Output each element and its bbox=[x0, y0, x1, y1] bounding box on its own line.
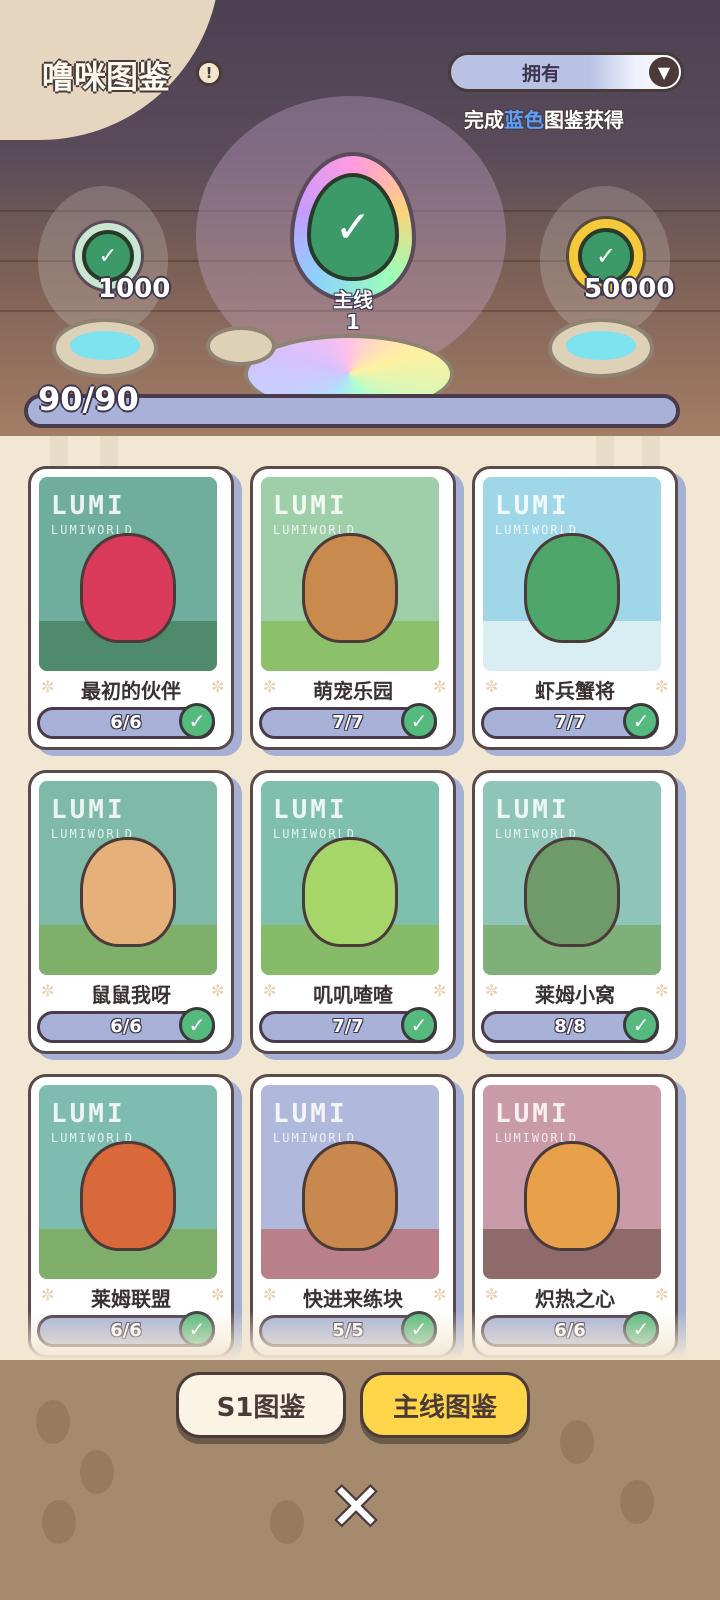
album-card-art: LUMI LUMIWORLD bbox=[39, 781, 217, 975]
check-icon: ✓ bbox=[307, 173, 399, 281]
left-pedestal bbox=[52, 318, 158, 378]
album-card-name: 鼠鼠我呀 bbox=[91, 983, 171, 1007]
right-reward-value: 50000 bbox=[584, 274, 675, 304]
album-card-name: 虾兵蟹将 bbox=[535, 679, 615, 703]
reward-hint: 完成蓝色图鉴获得 bbox=[464, 108, 624, 132]
album-card-art: LUMI LUMIWORLD bbox=[483, 781, 661, 975]
page-title: 噜咪图鉴 bbox=[42, 58, 171, 96]
album-grid[interactable]: LUMI LUMIWORLD ✼ ✼ 最初的伙伴 6/6 ✓ LUMI LUMIWORLD ✼ ✼ 萌… bbox=[0, 436, 720, 1360]
right-pedestal bbox=[548, 318, 654, 378]
card-logo: LUMI bbox=[495, 795, 570, 825]
filter-selected-value: 拥有 bbox=[521, 63, 560, 85]
album-card-name: 莱姆小窝 bbox=[535, 983, 615, 1007]
album-card-name: 叽叽喳喳 bbox=[313, 983, 393, 1007]
progress-text: 90/90 bbox=[38, 380, 139, 418]
tab-s1-album[interactable]: S1图鉴 bbox=[176, 1372, 346, 1438]
album-card-art: LUMI LUMIWORLD bbox=[483, 477, 661, 671]
card-logo: LUMI bbox=[273, 1099, 348, 1129]
tab-main-album[interactable]: 主线图鉴 bbox=[360, 1372, 530, 1438]
album-card-name: 炽热之心 bbox=[535, 1287, 615, 1311]
close-icon[interactable]: ✕ bbox=[326, 1476, 386, 1540]
check-icon: ✓ bbox=[179, 703, 215, 739]
creature-illustration bbox=[80, 533, 176, 643]
card-logo: LUMI bbox=[51, 795, 126, 825]
album-card-art: LUMI LUMIWORLD bbox=[261, 781, 439, 975]
album-card[interactable]: LUMI LUMIWORLD ✼ ✼ 叽叽喳喳 7/7 ✓ bbox=[250, 770, 456, 1054]
album-card-name: 莱姆联盟 bbox=[91, 1287, 171, 1311]
main-reward-label: 主线 bbox=[333, 288, 373, 312]
album-card-art: LUMI LUMIWORLD bbox=[39, 1085, 217, 1279]
creature-illustration bbox=[80, 1141, 176, 1251]
check-icon: ✓ bbox=[623, 703, 659, 739]
card-logo: LUMI bbox=[495, 491, 570, 521]
creature-illustration bbox=[524, 837, 620, 947]
left-reward-value: 1000 bbox=[98, 274, 171, 304]
album-card-name: 萌宠乐园 bbox=[313, 679, 393, 703]
small-pedestal bbox=[206, 326, 276, 366]
creature-illustration bbox=[302, 1141, 398, 1251]
card-logo: LUMI bbox=[495, 1099, 570, 1129]
creature-illustration bbox=[80, 837, 176, 947]
album-card-art: LUMI LUMIWORLD bbox=[483, 1085, 661, 1279]
creature-illustration bbox=[524, 533, 620, 643]
check-icon: ✓ bbox=[179, 1007, 215, 1043]
album-card[interactable]: LUMI LUMIWORLD ✼ ✼ 虾兵蟹将 7/7 ✓ bbox=[472, 466, 678, 750]
collection-header-scene: 噜咪图鉴 ! 拥有 ▼ 完成蓝色图鉴获得 ✓ 1000 ✓ 主线 1 ✓ 500… bbox=[0, 0, 720, 440]
album-card[interactable]: LUMI LUMIWORLD ✼ ✼ 萌宠乐园 7/7 ✓ bbox=[250, 466, 456, 750]
check-icon: ✓ bbox=[401, 1007, 437, 1043]
creature-illustration bbox=[302, 837, 398, 947]
album-card-art: LUMI LUMIWORLD bbox=[39, 477, 217, 671]
card-logo: LUMI bbox=[51, 1099, 126, 1129]
album-card[interactable]: LUMI LUMIWORLD ✼ ✼ 最初的伙伴 6/6 ✓ bbox=[28, 466, 234, 750]
ownership-filter-dropdown[interactable]: 拥有 ▼ bbox=[448, 52, 684, 92]
creature-illustration bbox=[524, 1141, 620, 1251]
check-icon: ✓ bbox=[401, 703, 437, 739]
main-reward-level: 1 bbox=[346, 310, 360, 334]
creature-illustration bbox=[302, 533, 398, 643]
reward-hint-color-word: 蓝色 bbox=[504, 108, 544, 132]
album-card-art: LUMI LUMIWORLD bbox=[261, 1085, 439, 1279]
chevron-down-icon[interactable]: ▼ bbox=[649, 57, 679, 87]
album-card-name: 最初的伙伴 bbox=[81, 679, 181, 703]
card-logo: LUMI bbox=[51, 491, 126, 521]
album-card-name: 快进来练块 bbox=[303, 1287, 403, 1311]
album-card-art: LUMI LUMIWORLD bbox=[261, 477, 439, 671]
check-icon: ✓ bbox=[623, 1007, 659, 1043]
card-logo: LUMI bbox=[273, 795, 348, 825]
card-logo: LUMI bbox=[273, 491, 348, 521]
album-card[interactable]: LUMI LUMIWORLD ✼ ✼ 莱姆小窝 8/8 ✓ bbox=[472, 770, 678, 1054]
info-icon[interactable]: ! bbox=[196, 60, 222, 86]
album-card[interactable]: LUMI LUMIWORLD ✼ ✼ 鼠鼠我呀 6/6 ✓ bbox=[28, 770, 234, 1054]
